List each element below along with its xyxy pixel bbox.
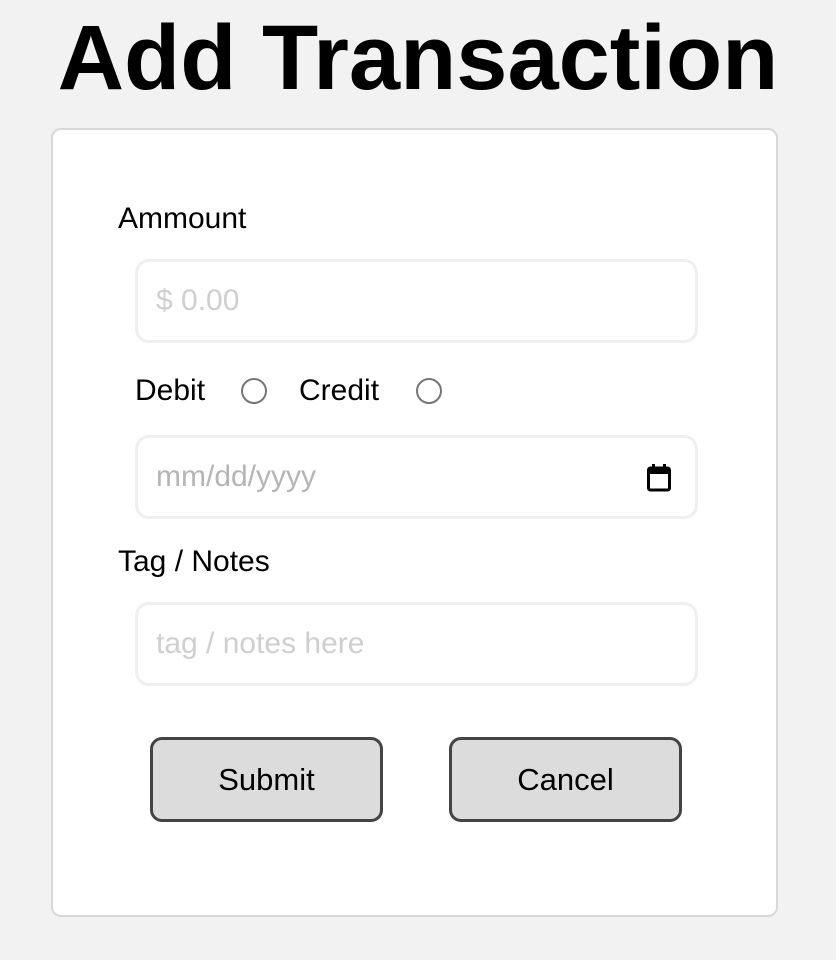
cancel-button[interactable]: Cancel [449, 737, 682, 822]
debit-label[interactable]: Debit [135, 372, 205, 410]
credit-label[interactable]: Credit [299, 372, 379, 410]
transaction-form-card: Ammount $ 0.00 Debit Credit mm/dd/yyyy T… [51, 128, 778, 917]
notes-placeholder: tag / notes here [156, 627, 365, 660]
amount-input[interactable]: $ 0.00 [135, 259, 698, 343]
amount-label: Ammount [118, 202, 247, 235]
debit-radio[interactable] [241, 378, 267, 404]
amount-placeholder: $ 0.00 [156, 284, 240, 317]
page-title: Add Transaction [57, 7, 779, 109]
notes-label: Tag / Notes [118, 545, 270, 578]
date-placeholder: mm/dd/yyyy [156, 460, 317, 493]
credit-radio[interactable] [416, 378, 442, 404]
submit-button[interactable]: Submit [150, 737, 383, 822]
date-input[interactable]: mm/dd/yyyy [135, 435, 698, 519]
notes-input[interactable]: tag / notes here [135, 602, 698, 686]
calendar-icon[interactable] [647, 464, 671, 492]
